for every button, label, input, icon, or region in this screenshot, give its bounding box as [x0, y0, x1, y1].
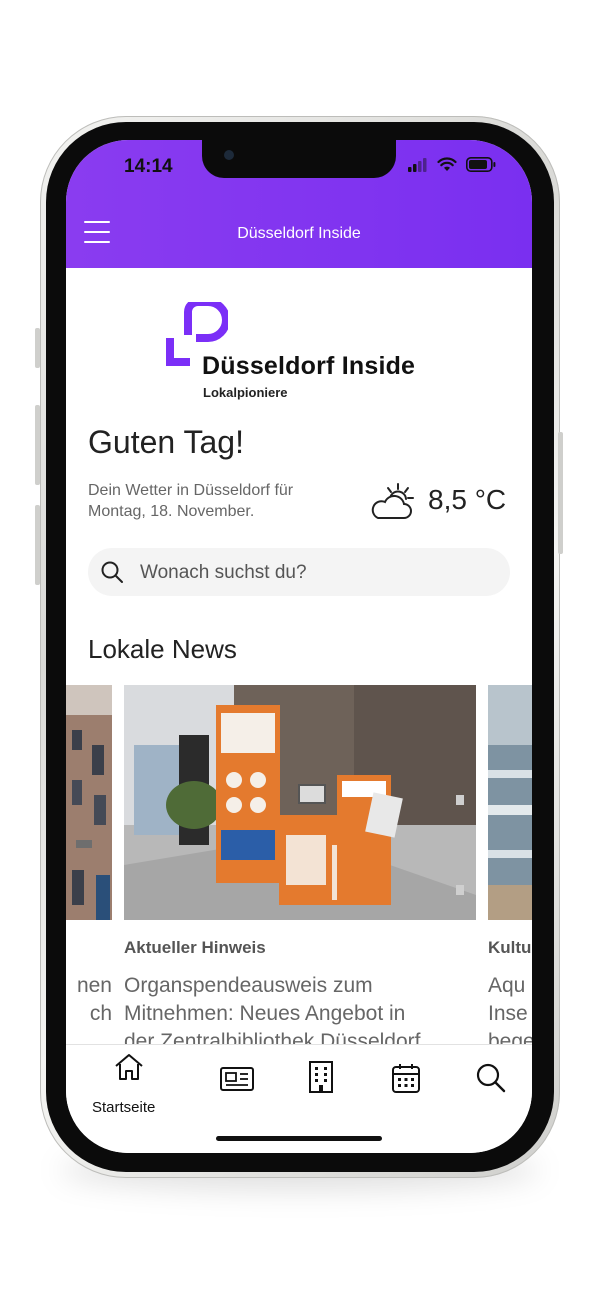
- search-icon: [101, 561, 123, 583]
- news-headline: Aqu Inse bege: [488, 974, 532, 1044]
- wifi-icon: [437, 157, 457, 171]
- news-card-previous[interactable]: nen ch: [66, 685, 112, 1055]
- volume-up-button: [35, 405, 40, 485]
- search-input[interactable]: Wonach suchst du?: [88, 548, 510, 596]
- battery-icon: [466, 157, 496, 172]
- temperature: 8,5 °C: [428, 484, 507, 515]
- nav-item-places[interactable]: [308, 1053, 334, 1093]
- news-headline: Organspendeausweis zum Mitnehmen: Neues …: [124, 974, 421, 1044]
- front-camera: [224, 150, 234, 160]
- news-card-image: [488, 685, 532, 920]
- weather-line-1: Dein Wetter in Düsseldorf für: [88, 482, 294, 499]
- newspaper-icon: [220, 1067, 254, 1091]
- search-icon: [476, 1063, 506, 1093]
- camera-notch: [202, 140, 396, 178]
- building-icon: [309, 1061, 333, 1093]
- news-category: Aktueller Hinweis: [124, 938, 266, 957]
- greeting: Guten Tag!: [88, 424, 244, 460]
- search-placeholder: Wonach suchst du?: [140, 562, 307, 583]
- header-title: Düsseldorf Inside: [237, 225, 361, 242]
- news-card-next[interactable]: Kultu Aqu Inse bege: [488, 685, 532, 1055]
- partly-cloudy-icon: [371, 483, 414, 519]
- news-headline: nen ch: [76, 974, 112, 1025]
- news-card-image: [124, 685, 476, 920]
- mute-switch: [35, 328, 40, 368]
- news-card-image: [66, 685, 112, 920]
- brand-tagline: Lokalpioniere: [203, 385, 288, 400]
- weather-description: Dein Wetter in Düsseldorf für Montag, 18…: [88, 480, 338, 522]
- signal-icon: [408, 157, 427, 172]
- weather-line-2: Montag, 18. November.: [88, 503, 255, 520]
- status-icons: [408, 157, 496, 172]
- power-button: [558, 432, 563, 554]
- calendar-icon: [392, 1064, 420, 1093]
- status-time: 14:14: [124, 156, 173, 177]
- news-category: Kultu: [488, 938, 532, 957]
- bottom-navigation: Startseite: [66, 1044, 532, 1153]
- nav-label-startseite: Startseite: [92, 1099, 156, 1116]
- nav-item-search[interactable]: [476, 1053, 506, 1093]
- brand-name: Düsseldorf Inside: [202, 352, 416, 380]
- volume-down-button: [35, 505, 40, 585]
- news-section-title: Lokale News: [88, 634, 237, 664]
- home-indicator[interactable]: [216, 1136, 382, 1141]
- app-screen: 14:14 Düsseldorf Inside Düsseldorf Insid…: [66, 140, 532, 1153]
- app-header: 14:14 Düsseldorf Inside: [66, 140, 532, 268]
- nav-item-news[interactable]: [220, 1053, 254, 1091]
- home-icon: [115, 1054, 143, 1080]
- nav-item-events[interactable]: [392, 1053, 420, 1093]
